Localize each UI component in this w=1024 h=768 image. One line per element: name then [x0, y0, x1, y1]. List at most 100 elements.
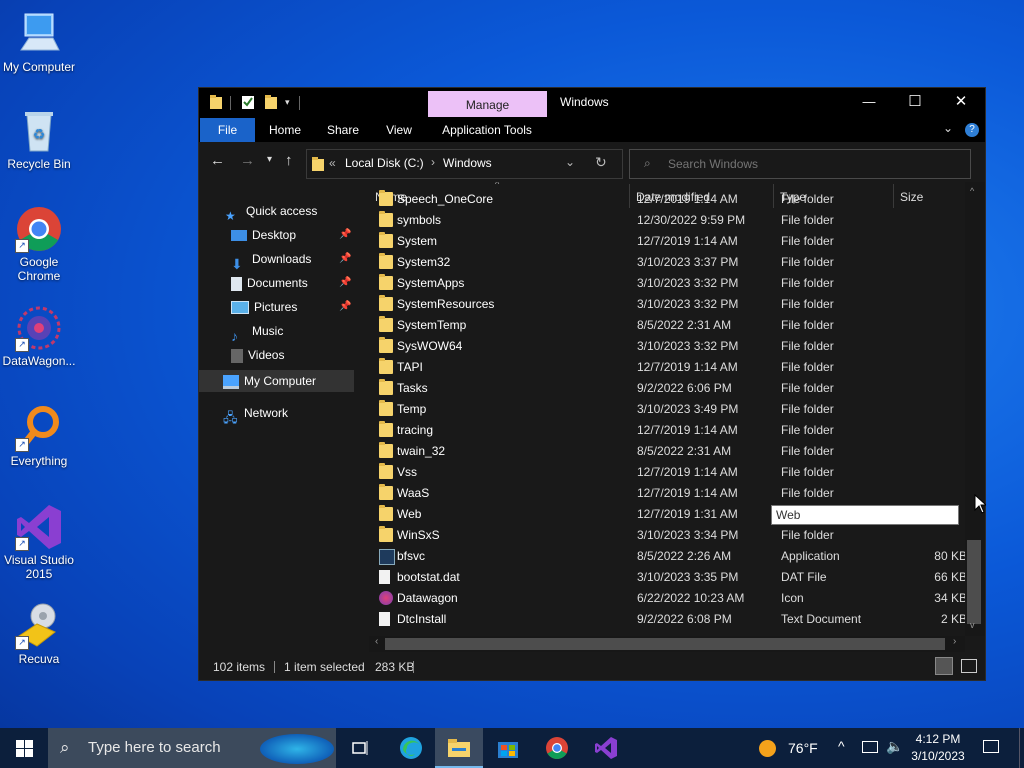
chrome-taskbar-icon[interactable]: [533, 728, 581, 768]
clock-date[interactable]: 3/10/2023: [906, 749, 970, 763]
taskbar-search-box[interactable]: ⌕ Type here to search: [48, 728, 336, 768]
weather-icon[interactable]: [759, 740, 776, 757]
nav-item-downloads[interactable]: ⬇ Downloads 📌: [231, 248, 359, 272]
file-row[interactable]: SystemApps 3/10/2023 3:32 PM File folder: [369, 273, 965, 294]
desktop-icon-datawagon[interactable]: ↗ DataWagon...: [0, 304, 78, 368]
up-arrow-icon[interactable]: ↑: [285, 152, 293, 169]
search-highlight-illustration: [260, 734, 334, 764]
scroll-left-icon[interactable]: ‹: [375, 636, 378, 647]
file-row[interactable]: twain_32 8/5/2022 2:31 AM File folder: [369, 441, 965, 462]
recent-locations-chevron-icon[interactable]: ▾: [267, 154, 272, 165]
file-row[interactable]: TAPI 12/7/2019 1:14 AM File folder: [369, 357, 965, 378]
nav-item-videos[interactable]: Videos: [231, 344, 284, 366]
desktop-icon-recycle-bin[interactable]: ♻ Recycle Bin: [0, 107, 78, 171]
file-row[interactable]: System 12/7/2019 1:14 AM File folder: [369, 231, 965, 252]
search-input[interactable]: [666, 154, 960, 174]
desktop-icon-my-computer[interactable]: My Computer: [0, 10, 78, 74]
desktop-icon-visual-studio[interactable]: ↗ Visual Studio 2015: [0, 503, 78, 581]
scroll-right-icon[interactable]: ›: [953, 636, 956, 647]
manage-tab[interactable]: Manage: [428, 91, 547, 117]
file-row[interactable]: bootstat.dat 3/10/2023 3:35 PM DAT File 66 …: [369, 567, 965, 588]
file-row[interactable]: DtcInstall 9/2/2022 6:08 PM Text Document 2…: [369, 609, 965, 630]
details-view-icon[interactable]: [935, 657, 953, 675]
address-dropdown-icon[interactable]: ⌄: [565, 155, 575, 169]
expand-ribbon-icon[interactable]: ⌄: [943, 121, 953, 135]
pin-icon[interactable]: 📌: [339, 272, 351, 294]
nav-item-my-computer[interactable]: My Computer: [199, 370, 354, 392]
pin-icon[interactable]: 📌: [339, 224, 351, 246]
refresh-icon[interactable]: ↻: [595, 154, 607, 171]
desktop-icon-google-chrome[interactable]: ↗ Google Chrome: [0, 205, 78, 283]
nav-item-network[interactable]: 🖧 Network: [223, 402, 288, 425]
file-row[interactable]: Temp 3/10/2023 3:49 PM File folder: [369, 399, 965, 420]
nav-item-music[interactable]: ♪ Music: [231, 320, 284, 344]
file-row[interactable]: tracing 12/7/2019 1:14 AM File folder: [369, 420, 965, 441]
nav-item-quick-access[interactable]: ★ Quick access: [225, 200, 317, 223]
file-row[interactable]: Tasks 9/2/2022 6:06 PM File folder: [369, 378, 965, 399]
address-overflow[interactable]: «: [329, 156, 336, 170]
desktop-icon-recuva[interactable]: ↗ Recuva: [0, 602, 78, 666]
file-row[interactable]: System32 3/10/2023 3:37 PM File folder: [369, 252, 965, 273]
maximize-button[interactable]: ☐: [892, 88, 938, 118]
file-row[interactable]: SysWOW64 3/10/2023 3:32 PM File folder: [369, 336, 965, 357]
nav-item-label: Music: [252, 324, 284, 338]
breadcrumb-windows[interactable]: Windows: [443, 156, 492, 170]
tab-application-tools[interactable]: Application Tools: [433, 118, 541, 142]
file-row[interactable]: Vss 12/7/2019 1:14 AM File folder: [369, 462, 965, 483]
scroll-up-icon[interactable]: ^: [970, 186, 974, 196]
file-row[interactable]: Speech_OneCore 12/7/2019 1:14 AM File fold…: [369, 189, 965, 210]
file-name: Temp: [397, 402, 427, 416]
weather-temperature[interactable]: 76°F: [788, 740, 818, 756]
pin-icon[interactable]: 📌: [339, 248, 351, 270]
minimize-button[interactable]: —: [846, 88, 892, 118]
show-hidden-icons-icon[interactable]: ^: [838, 738, 845, 754]
search-box[interactable]: ⌕: [629, 149, 971, 179]
new-folder-icon[interactable]: [264, 94, 278, 113]
file-name: SystemTemp: [397, 318, 467, 332]
file-row[interactable]: SystemResources 3/10/2023 3:32 PM File fol…: [369, 294, 965, 315]
notifications-icon[interactable]: [983, 740, 999, 753]
tab-view[interactable]: View: [375, 118, 423, 142]
pin-icon[interactable]: 📌: [339, 296, 351, 318]
scroll-down-icon[interactable]: v: [970, 620, 975, 630]
task-view-icon[interactable]: [336, 728, 384, 768]
tab-share[interactable]: Share: [319, 118, 367, 142]
nav-item-documents[interactable]: Documents 📌: [231, 272, 359, 294]
network-status-icon[interactable]: [862, 741, 878, 753]
file-row[interactable]: symbols 12/30/2022 9:59 PM File folder: [369, 210, 965, 231]
file-row[interactable]: SystemTemp 8/5/2022 2:31 AM File folder: [369, 315, 965, 336]
store-icon[interactable]: [484, 728, 532, 768]
horizontal-scrollbar[interactable]: ‹ ›: [369, 636, 965, 652]
help-icon[interactable]: ?: [965, 123, 979, 137]
show-desktop-button[interactable]: [1019, 728, 1024, 768]
properties-icon[interactable]: [241, 94, 255, 113]
forward-arrow-icon[interactable]: →: [240, 152, 255, 169]
visual-studio-taskbar-icon[interactable]: [582, 728, 630, 768]
desktop-icon-everything[interactable]: ↗ Everything: [0, 404, 78, 468]
volume-icon[interactable]: 🔈: [886, 738, 903, 755]
file-row[interactable]: WinSxS 3/10/2023 3:34 PM File folder: [369, 525, 965, 546]
file-date: 3/10/2023 3:37 PM: [637, 255, 739, 269]
breadcrumb-local-disk[interactable]: Local Disk (C:): [345, 156, 424, 170]
customize-quick-access-icon[interactable]: ▾: [285, 97, 290, 108]
edge-icon[interactable]: [386, 728, 434, 768]
nav-item-pictures[interactable]: Pictures 📌: [231, 296, 359, 318]
file-row[interactable]: Web 12/7/2019 1:31 AM Web: [369, 504, 965, 525]
large-icons-view-icon[interactable]: [961, 659, 977, 673]
clock-time[interactable]: 4:12 PM: [906, 732, 970, 746]
nav-item-desktop[interactable]: Desktop 📌: [231, 224, 359, 246]
vertical-scrollbar[interactable]: ^ v: [965, 182, 985, 636]
scrollbar-thumb[interactable]: [385, 638, 945, 650]
file-row[interactable]: bfsvc 8/5/2022 2:26 AM Application 80 KB: [369, 546, 965, 567]
file-type: File folder: [781, 318, 834, 332]
file-explorer-icon[interactable]: [435, 728, 483, 768]
address-bar[interactable]: « Local Disk (C:) › Windows ⌄ ↻: [306, 149, 623, 179]
start-button[interactable]: [0, 728, 48, 768]
tab-file[interactable]: File: [200, 118, 255, 142]
file-row[interactable]: WaaS 12/7/2019 1:14 AM File folder: [369, 483, 965, 504]
tab-home[interactable]: Home: [261, 118, 309, 142]
file-row[interactable]: Datawagon 6/22/2022 10:23 AM Icon 34 KB: [369, 588, 965, 609]
scrollbar-thumb[interactable]: [967, 540, 981, 624]
close-button[interactable]: ✕: [938, 88, 984, 118]
back-arrow-icon[interactable]: ←: [210, 152, 225, 169]
